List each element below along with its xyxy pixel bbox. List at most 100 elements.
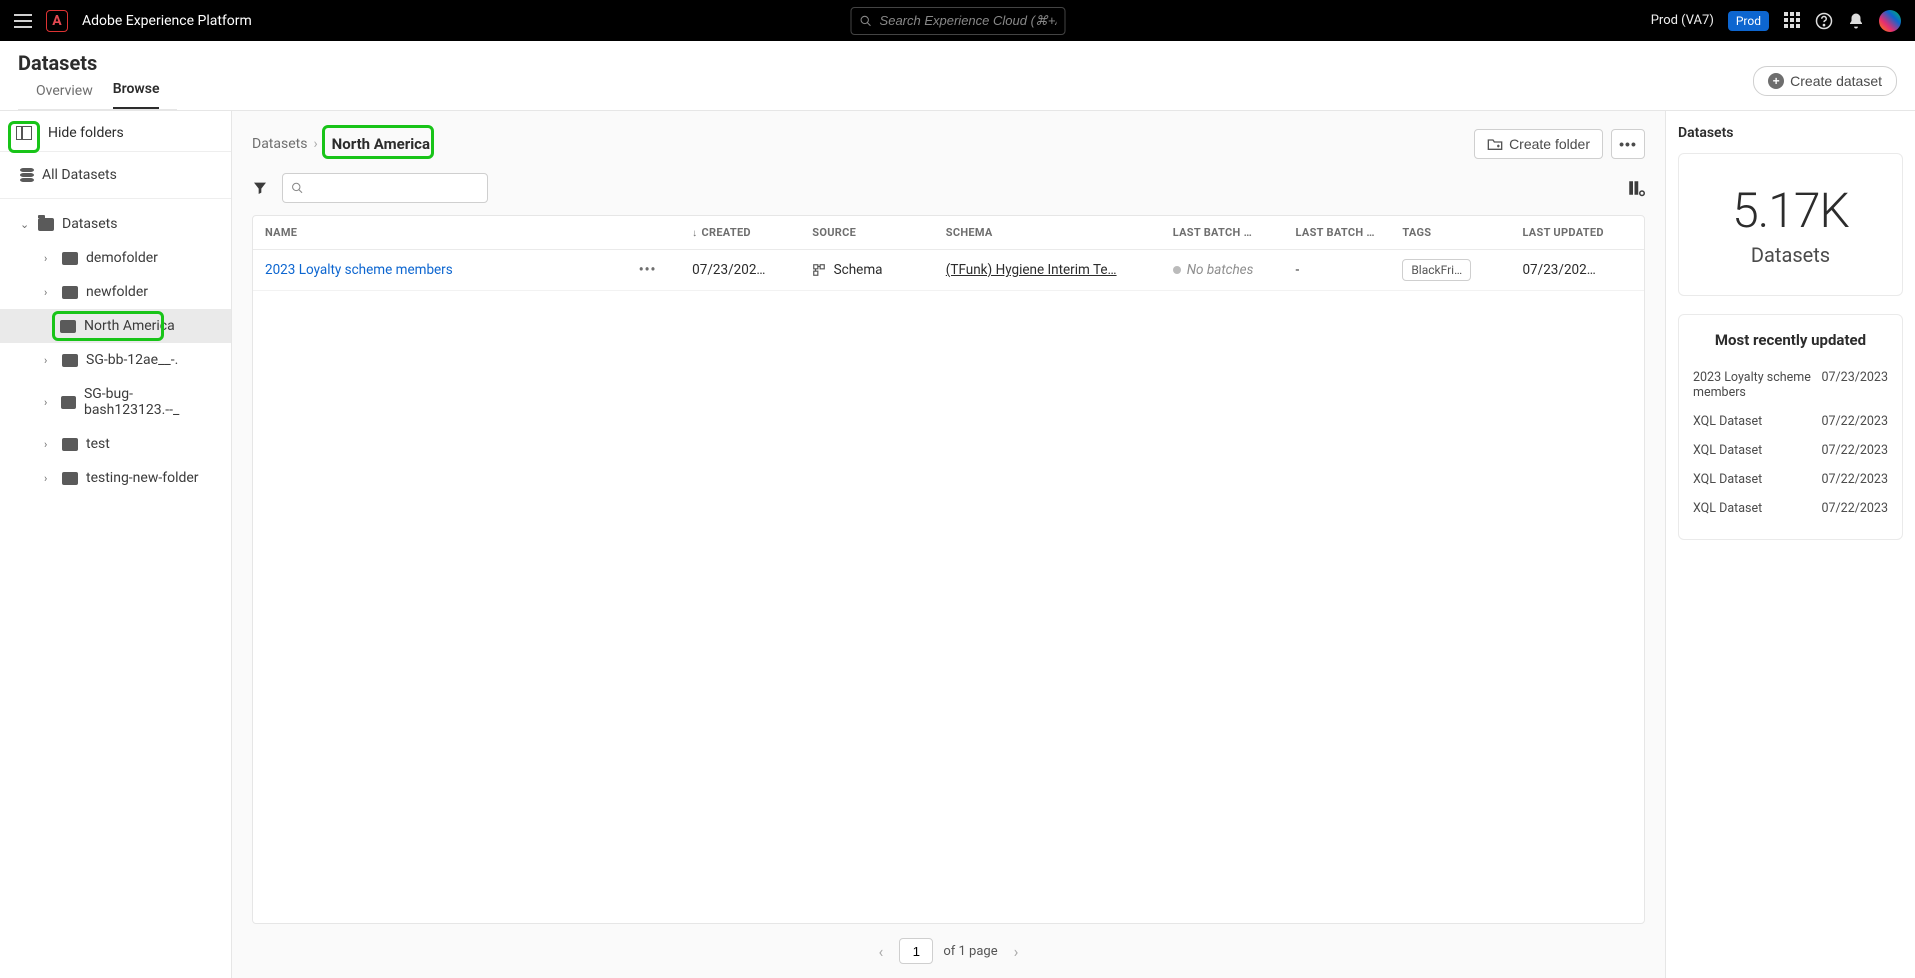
recent-row[interactable]: 2023 Loyalty scheme members 07/23/2023 — [1693, 363, 1888, 407]
sidebar-item-label: testing-new-folder — [86, 470, 199, 486]
app-name: Adobe Experience Platform — [82, 13, 252, 29]
folder-icon — [62, 438, 78, 451]
sidebar: Hide folders All Datasets ⌄ Datasets › d… — [0, 111, 232, 978]
schema-icon — [812, 263, 826, 277]
sidebar-root-datasets[interactable]: ⌄ Datasets — [0, 207, 231, 241]
folder-icon — [61, 396, 76, 409]
chevron-right-icon: › — [313, 136, 317, 152]
recent-row[interactable]: XQL Dataset 07/22/2023 — [1693, 407, 1888, 436]
help-icon[interactable] — [1815, 12, 1833, 30]
page-header: Datasets Overview Browse + Create datase… — [0, 41, 1915, 111]
global-search-input[interactable] — [880, 13, 1056, 28]
create-folder-button[interactable]: Create folder — [1474, 129, 1603, 159]
cell-source: Schema — [800, 250, 933, 291]
stat-card: 5.17K Datasets — [1678, 153, 1903, 296]
column-settings-button[interactable] — [1627, 179, 1645, 197]
topbar: A Adobe Experience Platform Prod (VA7) P… — [0, 0, 1915, 41]
sidebar-item-demofolder[interactable]: › demofolder — [0, 241, 231, 275]
create-dataset-button[interactable]: + Create dataset — [1753, 66, 1897, 96]
table-search[interactable] — [282, 173, 488, 203]
sidebar-item-label: SG-bug-bash123123.--_ — [84, 386, 217, 418]
schema-link[interactable]: (TFunk) Hygiene Interim Te… — [946, 262, 1117, 278]
hide-folders-toggle[interactable]: Hide folders — [0, 115, 231, 152]
table-row[interactable]: 2023 Loyalty scheme members ••• 07/23/20… — [253, 250, 1644, 291]
table-search-input[interactable] — [310, 181, 479, 196]
filter-icon[interactable] — [252, 180, 268, 196]
tabs: Overview Browse — [18, 81, 177, 110]
sidebar-item-label: SG-bb-12ae__-. — [86, 352, 178, 368]
chevron-right-icon: › — [44, 396, 53, 409]
col-source[interactable]: SOURCE — [800, 216, 933, 250]
row-more-actions[interactable]: ••• — [639, 262, 657, 278]
chevron-right-icon: › — [44, 354, 54, 367]
dataset-name-link[interactable]: 2023 Loyalty scheme members — [265, 262, 453, 278]
status-dot-icon — [1173, 266, 1181, 274]
sidebar-item-label: newfolder — [86, 284, 148, 300]
sidebar-item-test[interactable]: › test — [0, 427, 231, 461]
chevron-down-icon: ⌄ — [20, 218, 30, 231]
datasets-table: NAME ↓CREATED SOURCE SCHEMA LAST BATCH …… — [252, 215, 1645, 924]
breadcrumb: Datasets › North America Create folder •… — [232, 123, 1665, 173]
panel-toggle-icon — [16, 126, 32, 140]
user-avatar[interactable] — [1879, 10, 1901, 32]
sidebar-all-datasets-label: All Datasets — [42, 167, 117, 183]
sidebar-item-sg-bb[interactable]: › SG-bb-12ae__-. — [0, 343, 231, 377]
org-name[interactable]: Prod (VA7) — [1651, 13, 1714, 28]
create-dataset-label: Create dataset — [1790, 73, 1882, 89]
col-last-batch-status[interactable]: LAST BATCH … — [1161, 216, 1284, 250]
recent-row[interactable]: XQL Dataset 07/22/2023 — [1693, 436, 1888, 465]
page-title: Datasets — [18, 51, 177, 75]
plus-circle-icon: + — [1768, 73, 1784, 89]
pager-next[interactable]: › — [1008, 942, 1025, 961]
notifications-icon[interactable] — [1847, 12, 1865, 30]
hamburger-menu-icon[interactable] — [14, 14, 32, 28]
folder-icon — [60, 320, 76, 333]
env-badge[interactable]: Prod — [1728, 11, 1769, 31]
cell-batch-id: - — [1284, 250, 1391, 291]
highlight-annotation — [322, 125, 434, 159]
create-folder-label: Create folder — [1509, 136, 1590, 152]
apps-grid-icon[interactable] — [1783, 12, 1801, 30]
global-search[interactable] — [850, 7, 1065, 35]
col-schema[interactable]: SCHEMA — [934, 216, 1161, 250]
more-actions-button[interactable]: ••• — [1611, 129, 1645, 159]
col-last-updated[interactable]: LAST UPDATED — [1510, 216, 1644, 250]
sidebar-root-label: Datasets — [62, 216, 117, 232]
ellipsis-icon: ••• — [1619, 136, 1637, 152]
col-name[interactable]: NAME — [253, 216, 627, 250]
recent-row[interactable]: XQL Dataset 07/22/2023 — [1693, 465, 1888, 494]
sidebar-item-label: demofolder — [86, 250, 158, 266]
database-icon — [20, 168, 34, 182]
recent-row[interactable]: XQL Dataset 07/22/2023 — [1693, 494, 1888, 523]
chevron-right-icon: › — [44, 286, 54, 299]
chevron-right-icon: › — [44, 252, 54, 265]
col-tags[interactable]: TAGS — [1390, 216, 1510, 250]
stat-number: 5.17K — [1689, 182, 1892, 239]
pager-page-input[interactable] — [899, 938, 933, 964]
folder-icon — [62, 252, 78, 265]
cell-last-updated: 07/23/202… — [1510, 250, 1644, 291]
col-last-batch-id[interactable]: LAST BATCH … — [1284, 216, 1391, 250]
pager-prev[interactable]: ‹ — [873, 942, 890, 961]
stat-label: Datasets — [1689, 243, 1892, 267]
pager-of-text: of 1 page — [943, 944, 997, 959]
sidebar-item-newfolder[interactable]: › newfolder — [0, 275, 231, 309]
col-created[interactable]: ↓CREATED — [680, 216, 800, 250]
recent-card: Most recently updated 2023 Loyalty schem… — [1678, 314, 1903, 540]
sidebar-item-all-datasets[interactable]: All Datasets — [0, 158, 231, 192]
folder-plus-icon — [1487, 137, 1503, 151]
sidebar-item-testing-new[interactable]: › testing-new-folder — [0, 461, 231, 495]
tab-overview[interactable]: Overview — [36, 83, 93, 109]
tab-browse[interactable]: Browse — [113, 81, 160, 109]
folder-icon — [62, 472, 78, 485]
pager: ‹ of 1 page › — [232, 924, 1665, 978]
folder-open-icon — [38, 218, 54, 231]
cell-created: 07/23/202… — [680, 250, 800, 291]
tag-chip[interactable]: BlackFri… — [1402, 259, 1471, 281]
arrow-down-icon: ↓ — [692, 228, 697, 239]
sidebar-item-sg-bug[interactable]: › SG-bug-bash123123.--_ — [0, 377, 231, 427]
folder-icon — [62, 286, 78, 299]
breadcrumb-root[interactable]: Datasets — [252, 136, 307, 152]
main-content: Datasets › North America Create folder •… — [232, 111, 1665, 978]
sidebar-item-label: test — [86, 436, 110, 452]
